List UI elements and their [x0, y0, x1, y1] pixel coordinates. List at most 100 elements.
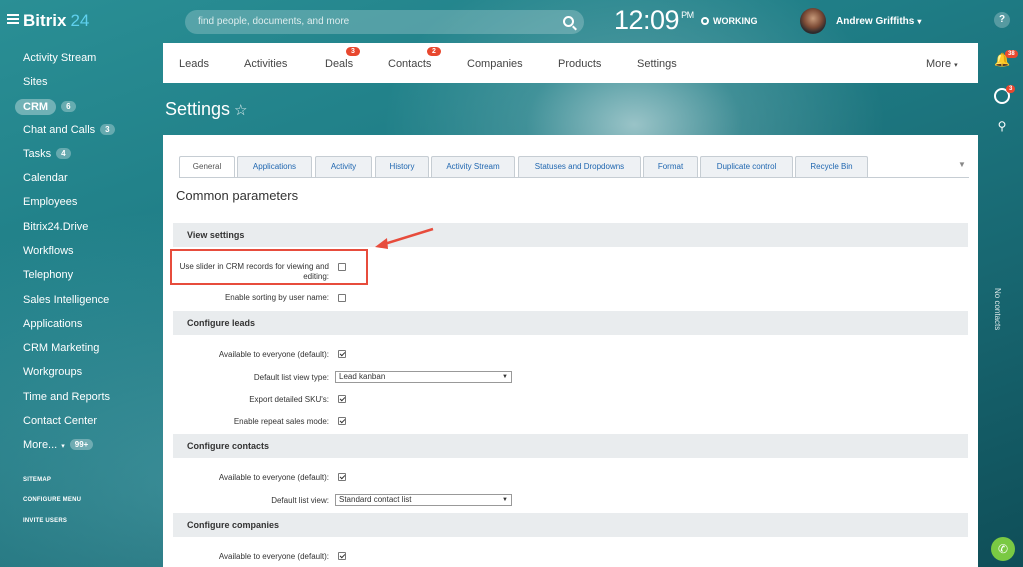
- sorting-checkbox[interactable]: [338, 294, 346, 302]
- top-bar: Bitrix 24 find people, documents, and mor…: [0, 0, 1023, 44]
- sidebar-item-label: Calendar: [23, 172, 68, 184]
- repeat-sales-checkbox[interactable]: [338, 417, 346, 425]
- menu-item-label: Settings: [637, 58, 677, 70]
- count-badge: 6: [61, 101, 76, 112]
- menu-item-companies[interactable]: Companies: [467, 58, 523, 70]
- count-badge: 4: [56, 148, 71, 159]
- sidebar-item-drive[interactable]: Bitrix24.Drive: [23, 221, 88, 233]
- count-badge: 2: [427, 47, 441, 56]
- tab-divider: [179, 177, 969, 178]
- tab-general[interactable]: General: [179, 156, 235, 178]
- annotation-arrow-icon: [375, 227, 434, 249]
- sidebar-item-crm[interactable]: CRM 6: [15, 99, 76, 115]
- clock[interactable]: 12:09 PM: [614, 5, 694, 36]
- sidebar-item-activity-stream[interactable]: Activity Stream: [23, 52, 96, 64]
- crm-menu: Leads Activities Deals 3 Contacts 2 Comp…: [163, 43, 978, 83]
- section-heading: Common parameters: [176, 188, 299, 203]
- sidebar-item-contact-center[interactable]: Contact Center: [23, 415, 97, 427]
- logo-text: Bitrix: [23, 11, 67, 30]
- section-configure-companies: Configure companies: [173, 513, 968, 537]
- tab-applications[interactable]: Applications: [237, 156, 312, 177]
- menu-item-settings[interactable]: Settings: [637, 58, 677, 70]
- help-icon[interactable]: ?: [994, 12, 1010, 28]
- search-icon[interactable]: [563, 16, 574, 27]
- sidebar-item-employees[interactable]: Employees: [23, 196, 77, 208]
- page-title-text: Settings: [165, 99, 231, 119]
- menu-item-label: Products: [558, 58, 602, 70]
- status-icon: [701, 17, 709, 25]
- tab-statuses-and-dropdowns[interactable]: Statuses and Dropdowns: [518, 156, 641, 177]
- settings-panel: General Applications Activity History Ac…: [163, 135, 978, 567]
- menu-more[interactable]: More ▾: [926, 58, 958, 70]
- sidebar-item-label: Contact Center: [23, 415, 97, 427]
- menu-item-label: Deals: [325, 58, 354, 70]
- companies-everyone-checkbox[interactable]: [338, 552, 346, 560]
- sidebar-item-label: Activity Stream: [23, 52, 97, 64]
- leads-everyone-checkbox[interactable]: [338, 350, 346, 358]
- export-sku-checkbox[interactable]: [338, 395, 346, 403]
- sidebar-item-tasks[interactable]: Tasks 4: [23, 148, 71, 160]
- sidebar-item-workflows[interactable]: Workflows: [23, 245, 74, 257]
- logo[interactable]: Bitrix 24: [23, 11, 89, 31]
- leads-view-type-label: Default list view type:: [253, 373, 329, 382]
- work-status[interactable]: WORKING: [701, 16, 758, 26]
- section-configure-contacts: Configure contacts: [173, 434, 968, 458]
- count-badge: 3: [100, 124, 115, 135]
- avatar[interactable]: [800, 8, 826, 34]
- contacts-everyone-checkbox[interactable]: [338, 473, 346, 481]
- tab-activity-stream[interactable]: Activity Stream: [431, 156, 515, 177]
- sidebar-item-chat-and-calls[interactable]: Chat and Calls 3: [23, 124, 115, 136]
- sidebar-item-more[interactable]: More... ▾ 99+: [23, 439, 94, 451]
- chevron-down-icon: ▼: [502, 374, 508, 380]
- chevron-down-icon[interactable]: ▼: [958, 160, 966, 169]
- select-value: Standard contact list: [339, 495, 412, 504]
- menu-icon[interactable]: [7, 14, 19, 24]
- sidebar-item-workgroups[interactable]: Workgroups: [23, 366, 82, 378]
- search-input[interactable]: find people, documents, and more: [185, 10, 584, 34]
- sidebar-item-sales-intelligence[interactable]: Sales Intelligence: [23, 294, 109, 306]
- contacts-everyone-label: Available to everyone (default):: [218, 473, 329, 482]
- menu-item-activities[interactable]: Activities: [244, 58, 287, 70]
- sidebar-item-label: Chat and Calls: [23, 124, 96, 136]
- sidebar-item-label: Sales Intelligence: [23, 294, 110, 306]
- clock-suffix: PM: [681, 10, 694, 20]
- sidebar-item-label: Employees: [23, 196, 78, 208]
- leads-view-type-select[interactable]: Lead kanban ▼: [335, 371, 512, 383]
- sidebar-item-label: Workflows: [23, 245, 74, 257]
- menu-item-products[interactable]: Products: [558, 58, 601, 70]
- tab-activity[interactable]: Activity: [315, 156, 372, 177]
- sidebar-item-label: Tasks: [23, 148, 52, 160]
- star-icon[interactable]: ☆: [234, 102, 247, 119]
- phone-icon[interactable]: ✆: [991, 537, 1015, 561]
- menu-item-label: More: [926, 58, 952, 70]
- sidebar-item-label: Telephony: [23, 269, 74, 281]
- sidebar-item-label: Bitrix24.Drive: [23, 221, 89, 233]
- invite-users-link[interactable]: INVITE USERS: [23, 518, 67, 524]
- sidebar-item-crm-marketing[interactable]: CRM Marketing: [23, 342, 99, 354]
- repeat-sales-label: Enable repeat sales mode:: [233, 417, 329, 426]
- tab-history[interactable]: History: [375, 156, 429, 177]
- logo-number: 24: [70, 11, 90, 30]
- tab-format[interactable]: Format: [643, 156, 698, 177]
- no-contacts-label: No contacts: [993, 288, 1002, 331]
- sidebar-item-sites[interactable]: Sites: [23, 76, 47, 88]
- sidebar-item-telephony[interactable]: Telephony: [23, 269, 73, 281]
- sitemap-link[interactable]: SITEMAP: [23, 477, 51, 483]
- contacts-view-select[interactable]: Standard contact list ▼: [335, 494, 512, 506]
- search-icon[interactable]: ⚲: [994, 118, 1010, 134]
- configure-menu-link[interactable]: CONFIGURE MENU: [23, 497, 81, 503]
- sidebar-item-applications[interactable]: Applications: [23, 318, 82, 330]
- user-menu[interactable]: Andrew Griffiths ▾: [836, 16, 921, 27]
- tab-recycle-bin[interactable]: Recycle Bin: [795, 156, 868, 177]
- menu-item-deals[interactable]: Deals: [325, 58, 353, 70]
- sidebar-item-time-and-reports[interactable]: Time and Reports: [23, 391, 110, 403]
- menu-item-label: Companies: [467, 58, 523, 70]
- chevron-down-icon: ▾: [61, 443, 65, 450]
- menu-item-label: Activities: [244, 58, 288, 70]
- sidebar-item-label: CRM: [15, 99, 57, 115]
- tab-duplicate-control[interactable]: Duplicate control: [700, 156, 793, 177]
- chevron-down-icon: ▾: [917, 17, 922, 26]
- menu-item-leads[interactable]: Leads: [179, 58, 209, 70]
- sidebar-item-calendar[interactable]: Calendar: [23, 172, 68, 184]
- menu-item-contacts[interactable]: Contacts: [388, 58, 431, 70]
